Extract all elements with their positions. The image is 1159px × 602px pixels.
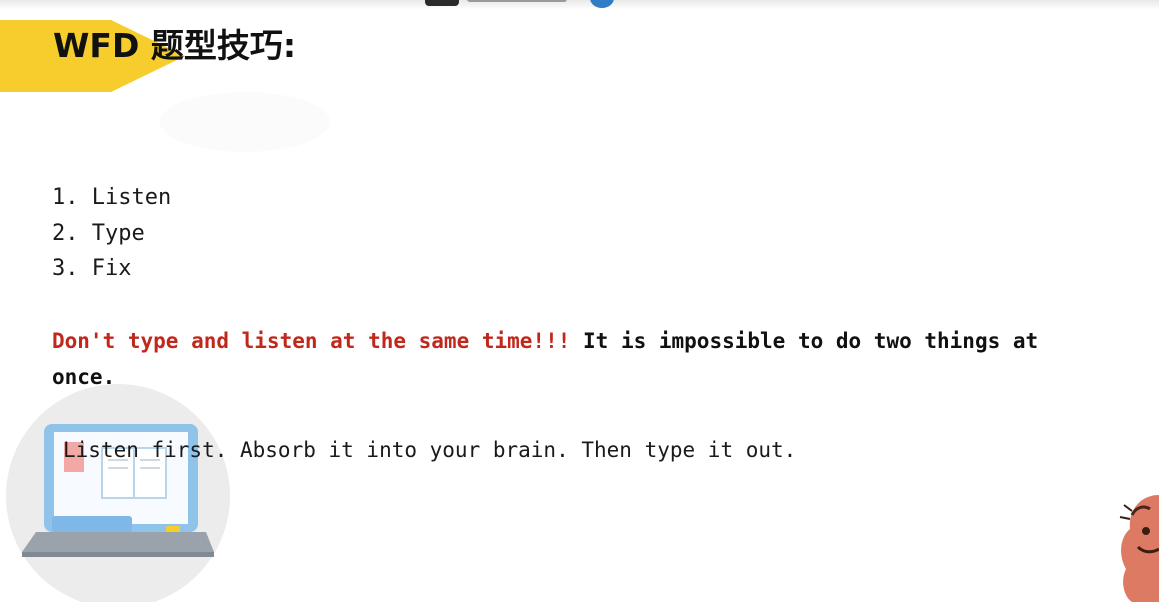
list-item: 3. Fix	[52, 256, 132, 281]
mascot-icon	[1119, 495, 1159, 602]
faint-watermark	[160, 92, 330, 152]
slide-title: WFD 题型技巧:	[53, 26, 297, 65]
list-item: 2. Type	[52, 220, 145, 246]
steps-list: 1. Listen 2. Type 3. Fix	[52, 180, 171, 287]
logo-wordmark	[467, 0, 567, 2]
warning-red-text: Don't type and listen at the same time!!…	[52, 329, 571, 353]
laptop-illustration-icon	[6, 384, 230, 602]
slide: WFD 题型技巧: 1. Listen 2. Type 3. Fix Don't…	[0, 0, 1159, 602]
top-logo	[425, 0, 570, 8]
list-item: 1. Listen	[52, 185, 172, 210]
logo-mark-icon	[425, 0, 459, 6]
top-strip	[0, 0, 1159, 10]
instruction-text: Listen first. Absorb it into your brain.…	[63, 438, 797, 462]
